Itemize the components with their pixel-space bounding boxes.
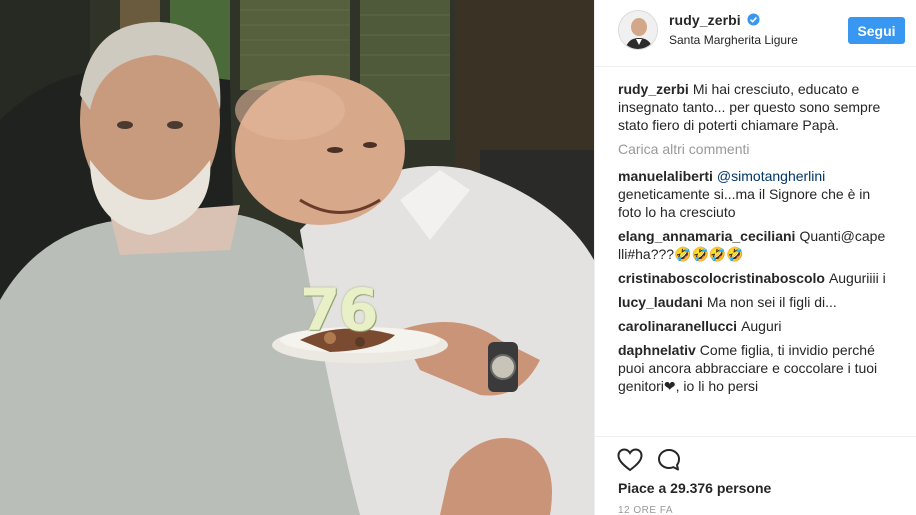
- comment-text: Ma non sei il figli di...: [706, 294, 837, 310]
- likes-count[interactable]: Piace a 29.376 persone: [618, 480, 771, 496]
- comment-item: cristinaboscolocristinaboscolo Auguriiii …: [618, 269, 886, 287]
- post-photo[interactable]: 76: [0, 0, 594, 515]
- post-sidebar: rudy_zerbi Santa Margherita Ligure Segui…: [594, 0, 916, 515]
- post-username[interactable]: rudy_zerbi: [669, 12, 741, 28]
- load-more-comments-link[interactable]: Carica altri commenti: [618, 140, 886, 158]
- photo-illustration: [0, 0, 594, 515]
- comment-author[interactable]: manuelaliberti: [618, 168, 713, 184]
- heart-outline-icon[interactable]: [617, 448, 643, 472]
- post-header: rudy_zerbi Santa Margherita Ligure Segui: [595, 0, 916, 67]
- comment-author[interactable]: cristinaboscolocristinaboscolo: [618, 270, 825, 286]
- caption-author[interactable]: rudy_zerbi: [618, 81, 689, 97]
- birthday-candle-number: 76: [300, 276, 379, 344]
- follow-button[interactable]: Segui: [848, 17, 905, 44]
- comment-item: elang_annamaria_ceciliani Quanti@capelli#…: [618, 227, 886, 263]
- comment-author[interactable]: daphnelativ: [618, 342, 696, 358]
- avatar-image: [619, 11, 657, 49]
- comment-author[interactable]: carolinaranellucci: [618, 318, 737, 334]
- comment-item: carolinaranellucci Auguri: [618, 317, 886, 335]
- comment-text: Auguri: [741, 318, 782, 334]
- post-actions: Piace a 29.376 persone 12 ORE FA: [595, 436, 916, 515]
- comment-author[interactable]: lucy_laudani: [618, 294, 703, 310]
- comment-text: geneticamente si...ma il Signore che è i…: [618, 186, 871, 220]
- comment-author[interactable]: elang_annamaria_ceciliani: [618, 228, 795, 244]
- comment-item: lucy_laudani Ma non sei il figli di...: [618, 293, 886, 311]
- comments-list[interactable]: rudy_zerbi Mi hai cresciuto, educato e in…: [618, 80, 886, 436]
- caption: rudy_zerbi Mi hai cresciuto, educato e in…: [618, 80, 886, 134]
- comment-text: Auguriiii i: [828, 270, 886, 286]
- speech-bubble-icon[interactable]: [657, 448, 681, 472]
- post-timestamp[interactable]: 12 ORE FA: [618, 505, 673, 515]
- avatar[interactable]: [618, 10, 658, 50]
- verified-badge-icon: [747, 13, 760, 26]
- comment-mention[interactable]: @simotangherlini: [717, 168, 825, 184]
- comment-item: daphnelativ Come figlia, ti invidio perch…: [618, 341, 886, 395]
- post-location[interactable]: Santa Margherita Ligure: [669, 33, 798, 47]
- comment-item: manuelaliberti @simotangherlini geneticam…: [618, 167, 886, 221]
